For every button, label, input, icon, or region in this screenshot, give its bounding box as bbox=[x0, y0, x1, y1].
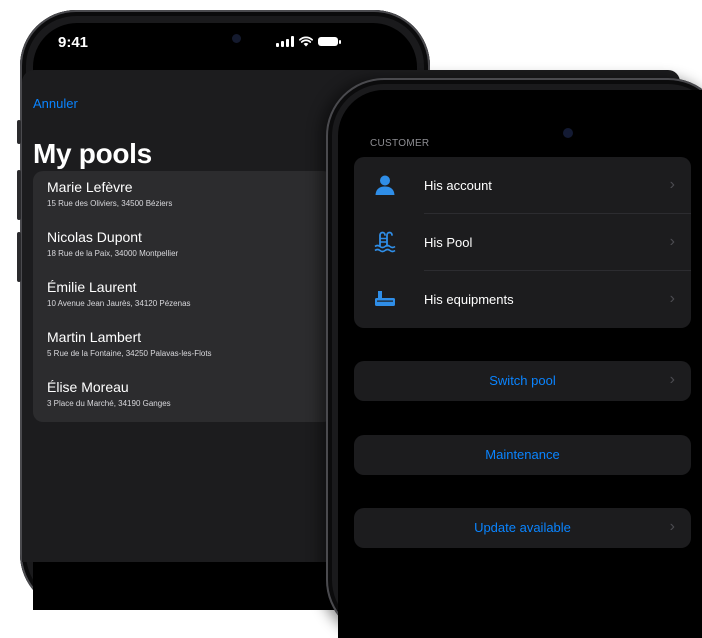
menu-item-his-equipments[interactable]: His equipments › bbox=[354, 271, 691, 328]
chevron-right-icon: › bbox=[669, 176, 675, 193]
mute-switch bbox=[17, 120, 21, 144]
chevron-right-icon: › bbox=[669, 290, 675, 307]
volume-down-button bbox=[17, 232, 21, 282]
pool-address: 18 Rue de la Paix, 34000 Montpellier bbox=[47, 249, 179, 258]
chevron-right-icon: › bbox=[669, 371, 675, 388]
front-camera bbox=[563, 128, 573, 138]
pool-owner-name: Marie Lefèvre bbox=[47, 179, 133, 195]
pool-owner-name: Martin Lambert bbox=[47, 329, 142, 345]
update-available-button[interactable]: Update available › bbox=[354, 508, 691, 548]
signal-icon bbox=[276, 36, 294, 47]
chevron-right-icon: › bbox=[669, 518, 675, 535]
chevron-right-icon: › bbox=[669, 233, 675, 250]
status-icons bbox=[276, 36, 341, 47]
front-camera bbox=[232, 34, 241, 43]
pool-address: 5 Rue de la Fontaine, 34250 Palavas-les-… bbox=[47, 349, 212, 358]
switch-pool-label: Switch pool bbox=[489, 373, 556, 388]
battery-icon bbox=[318, 37, 341, 46]
pool-address: 3 Place du Marché, 34190 Ganges bbox=[47, 399, 171, 408]
volume-up-button bbox=[17, 170, 21, 220]
dynamic-island bbox=[464, 105, 559, 133]
list-item[interactable]: Émilie Laurent 10 Avenue Jean Jaurès, 34… bbox=[33, 271, 333, 321]
dynamic-island bbox=[190, 26, 272, 52]
list-item[interactable]: Marie Lefèvre 15 Rue des Oliviers, 34500… bbox=[33, 171, 333, 221]
menu-item-label: His Pool bbox=[424, 235, 473, 250]
pool-address: 10 Avenue Jean Jaurès, 34120 Pézenas bbox=[47, 299, 191, 308]
cancel-button[interactable]: Annuler bbox=[33, 96, 78, 111]
pool-list: Marie Lefèvre 15 Rue des Oliviers, 34500… bbox=[33, 171, 333, 422]
page-title: My pools bbox=[33, 138, 152, 169]
pool-owner-name: Nicolas Dupont bbox=[47, 229, 142, 245]
pool-address: 15 Rue des Oliviers, 34500 Béziers bbox=[47, 199, 173, 208]
list-item[interactable]: Nicolas Dupont 18 Rue de la Paix, 34000 … bbox=[33, 221, 333, 271]
maintenance-label: Maintenance bbox=[485, 447, 560, 462]
list-item[interactable]: Élise Moreau 3 Place du Marché, 34190 Ga… bbox=[33, 371, 333, 421]
maintenance-button[interactable]: Maintenance bbox=[354, 435, 691, 475]
pool-icon bbox=[374, 231, 396, 253]
pool-owner-name: Émilie Laurent bbox=[47, 279, 137, 295]
person-icon bbox=[375, 175, 395, 195]
menu-item-label: His equipments bbox=[424, 292, 514, 307]
section-header-customer: CUSTOMER bbox=[370, 138, 430, 149]
list-item[interactable]: Martin Lambert 5 Rue de la Fontaine, 342… bbox=[33, 321, 333, 371]
menu-item-his-pool[interactable]: His Pool › bbox=[354, 214, 691, 271]
menu-item-label: His account bbox=[424, 178, 492, 193]
wifi-icon bbox=[299, 36, 313, 47]
update-available-label: Update available bbox=[474, 520, 571, 535]
menu-item-his-account[interactable]: His account › bbox=[354, 157, 691, 214]
status-time: 9:41 bbox=[58, 34, 89, 51]
pump-icon bbox=[375, 291, 395, 306]
customer-menu: His account › His Pool › His equipments … bbox=[354, 157, 691, 328]
pool-owner-name: Élise Moreau bbox=[47, 379, 129, 395]
switch-pool-button[interactable]: Switch pool › bbox=[354, 361, 691, 401]
